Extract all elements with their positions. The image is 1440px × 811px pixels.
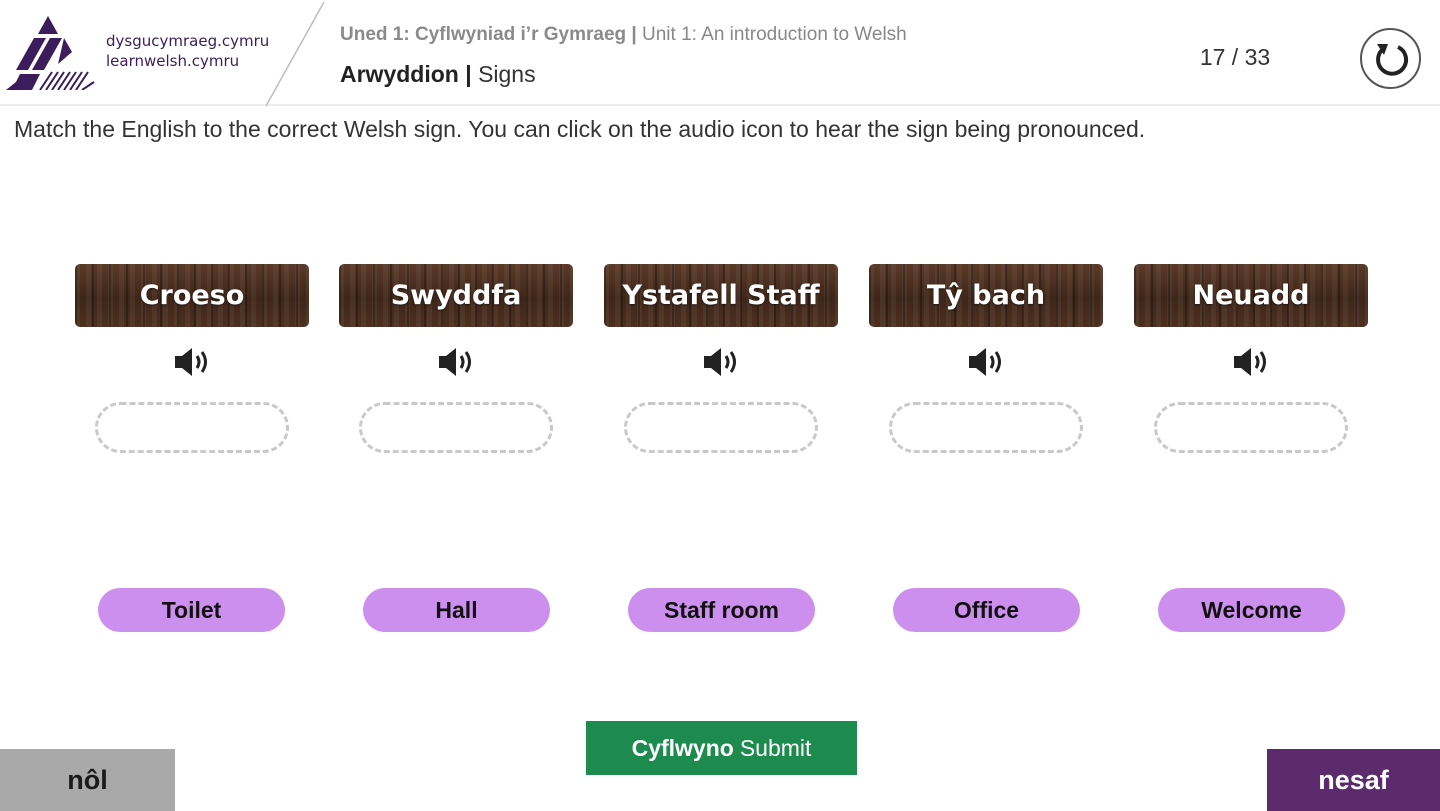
answer-option[interactable]: Office (893, 588, 1080, 632)
sign-column: Tŷ bach (869, 264, 1103, 453)
header: dysgucymraeg.cymru learnwelsh.cymru Uned… (0, 0, 1440, 107)
page-counter: 17 / 33 (1199, 44, 1271, 70)
restart-button[interactable] (1360, 28, 1421, 89)
drop-zone[interactable] (1154, 402, 1348, 453)
answer-option[interactable]: Toilet (98, 588, 285, 632)
speaker-icon[interactable] (702, 345, 742, 379)
site-names: dysgucymraeg.cymru learnwelsh.cymru (106, 31, 269, 71)
speaker-icon[interactable] (967, 345, 1007, 379)
site-name-welsh: dysgucymraeg.cymru (106, 32, 270, 50)
next-button[interactable]: nesaf (1267, 749, 1440, 811)
topic-title-welsh: Arwyddion (340, 61, 459, 87)
welsh-sign: Swyddfa (339, 264, 573, 327)
topic-title-separator: | (458, 61, 479, 87)
restart-icon (1375, 43, 1408, 76)
unit-title: Uned 1: Cyflwyniad i’r Gymraeg | Unit 1:… (340, 24, 907, 46)
header-divider (265, 1, 325, 107)
instructions: Match the English to the correct Welsh s… (14, 116, 1146, 142)
speaker-icon[interactable] (437, 345, 477, 379)
submit-label-english: Submit (739, 734, 812, 761)
drop-zone[interactable] (889, 402, 1083, 453)
sign-column: Neuadd (1134, 264, 1368, 453)
welsh-sign: Neuadd (1134, 264, 1368, 327)
speaker-icon[interactable] (173, 345, 213, 379)
speaker-icon[interactable] (1232, 345, 1272, 379)
answer-option[interactable]: Staff room (628, 588, 815, 632)
welsh-sign: Tŷ bach (869, 264, 1103, 327)
sign-column: Swyddfa (339, 264, 573, 453)
learnwelsh-logo (6, 16, 95, 90)
welsh-sign: Ystafell Staff (604, 264, 838, 327)
submit-label-welsh: Cyflwyno (631, 734, 734, 761)
answer-option[interactable]: Welcome (1158, 588, 1345, 632)
topic-title-english: Signs (478, 61, 536, 87)
drop-zone[interactable] (359, 402, 553, 453)
unit-title-english: Unit 1: An introduction to Welsh (642, 24, 907, 45)
submit-button[interactable]: Cyflwyno Submit (586, 721, 857, 775)
unit-title-welsh: Uned 1: Cyflwyniad i’r Gymraeg (340, 24, 627, 45)
sign-column: Ystafell Staff (604, 264, 838, 453)
drop-zone[interactable] (624, 402, 818, 453)
sign-column: Croeso (75, 264, 309, 453)
back-button[interactable]: nôl (0, 749, 175, 811)
site-name-english: learnwelsh.cymru (106, 52, 240, 70)
drop-zone[interactable] (95, 402, 289, 453)
unit-title-separator: | (626, 24, 643, 45)
welsh-sign: Croeso (75, 264, 309, 327)
answer-option[interactable]: Hall (363, 588, 550, 632)
topic-title: Arwyddion | Signs (340, 61, 536, 88)
